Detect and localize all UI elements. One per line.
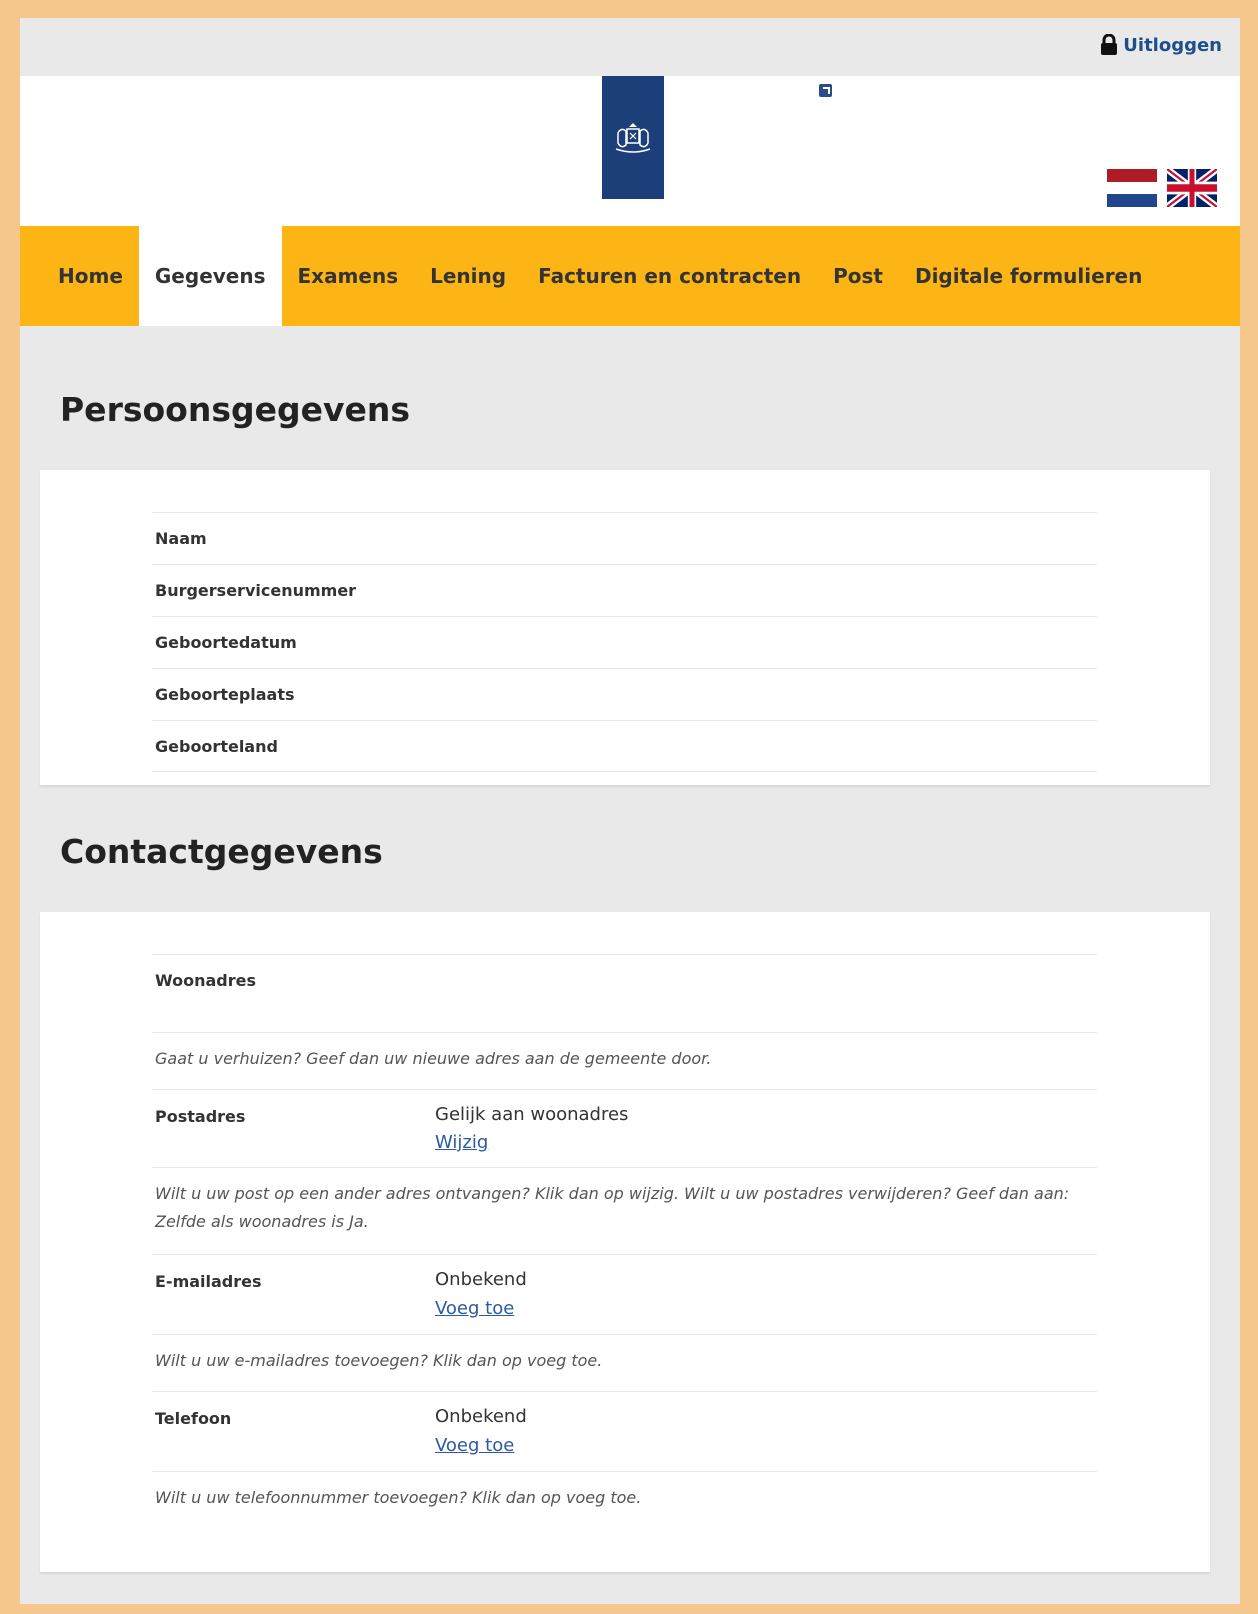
row-postadres-hint: Wilt u uw post op een ander adres ontvan… — [152, 1167, 1097, 1254]
row-woonadres-hint: Gaat u verhuizen? Geef dan uw nieuwe adr… — [152, 1032, 1097, 1089]
label-woonadres: Woonadres — [155, 971, 256, 990]
row-woonadres: Woonadres — [152, 954, 1097, 1032]
label-postadres: Postadres — [155, 1107, 246, 1126]
telefoon-voeg-toe-link[interactable]: Voeg toe — [435, 1435, 514, 1456]
row-geboorteplaats: Geboorteplaats — [152, 668, 1097, 720]
nav-digitale-formulieren[interactable]: Digitale formulieren — [899, 226, 1158, 326]
contactgegevens-card: Woonadres Gaat u verhuizen? Geef dan uw … — [40, 912, 1210, 1572]
logout-label: Uitloggen — [1123, 34, 1222, 56]
row-emailadres: E-mailadres Onbekend Voeg toe — [152, 1254, 1097, 1334]
nav-examens[interactable]: Examens — [282, 226, 415, 326]
main-nav: Home Gegevens Examens Lening Facturen en… — [20, 226, 1240, 326]
uk-flag-icon[interactable] — [1167, 169, 1217, 207]
lock-icon — [1101, 34, 1118, 55]
rijksoverheid-logo[interactable] — [602, 76, 664, 199]
label-emailadres: E-mailadres — [155, 1272, 262, 1291]
nav-home[interactable]: Home — [20, 226, 139, 326]
row-naam: Naam — [152, 512, 1097, 564]
row-geboorteland: Geboorteland — [152, 720, 1097, 772]
label-telefoon: Telefoon — [155, 1409, 232, 1428]
page-frame: Uitloggen Home Gegevens Examens Lening F… — [20, 18, 1240, 1604]
coat-of-arms-icon — [615, 122, 651, 153]
nav-gegevens[interactable]: Gegevens — [138, 226, 282, 326]
telefoon-value: Onbekend — [435, 1406, 527, 1427]
nav-facturen[interactable]: Facturen en contracten — [522, 226, 817, 326]
dutch-flag-icon[interactable] — [1107, 169, 1157, 207]
email-value: Onbekend — [435, 1269, 527, 1290]
email-hint: Wilt u uw e-mailadres toevoegen? Klik da… — [155, 1351, 603, 1370]
postadres-wijzig-link[interactable]: Wijzig — [435, 1132, 488, 1153]
label-naam: Naam — [155, 529, 207, 548]
row-geboortedatum: Geboortedatum — [152, 616, 1097, 668]
persoonsgegevens-card: Naam Burgerservicenummer Geboortedatum G… — [40, 470, 1210, 785]
postadres-value: Gelijk aan woonadres — [435, 1104, 629, 1125]
row-email-hint: Wilt u uw e-mailadres toevoegen? Klik da… — [152, 1334, 1097, 1391]
top-bar: Uitloggen — [20, 18, 1240, 76]
label-geboorteplaats: Geboorteplaats — [155, 685, 295, 704]
row-telefoon: Telefoon Onbekend Voeg toe — [152, 1391, 1097, 1471]
row-telefoon-hint: Wilt u uw telefoonnummer toevoegen? Klik… — [152, 1471, 1097, 1528]
email-voeg-toe-link[interactable]: Voeg toe — [435, 1298, 514, 1319]
telefoon-hint: Wilt u uw telefoonnummer toevoegen? Klik… — [155, 1488, 642, 1507]
row-bsn: Burgerservicenummer — [152, 564, 1097, 616]
postadres-hint: Wilt u uw post op een ander adres ontvan… — [155, 1184, 1070, 1231]
logout-link[interactable]: Uitloggen — [1100, 34, 1222, 56]
row-postadres: Postadres Gelijk aan woonadres Wijzig — [152, 1089, 1097, 1167]
nav-lening[interactable]: Lening — [414, 226, 522, 326]
persoonsgegevens-title: Persoonsgegevens — [60, 390, 410, 429]
label-geboorteland: Geboorteland — [155, 737, 278, 756]
label-geboortedatum: Geboortedatum — [155, 633, 297, 652]
nav-post[interactable]: Post — [817, 226, 899, 326]
site-header — [20, 76, 1240, 226]
external-link-icon[interactable] — [819, 84, 832, 97]
label-bsn: Burgerservicenummer — [155, 581, 357, 600]
woonadres-hint: Gaat u verhuizen? Geef dan uw nieuwe adr… — [155, 1049, 712, 1068]
contactgegevens-title: Contactgegevens — [60, 832, 383, 871]
